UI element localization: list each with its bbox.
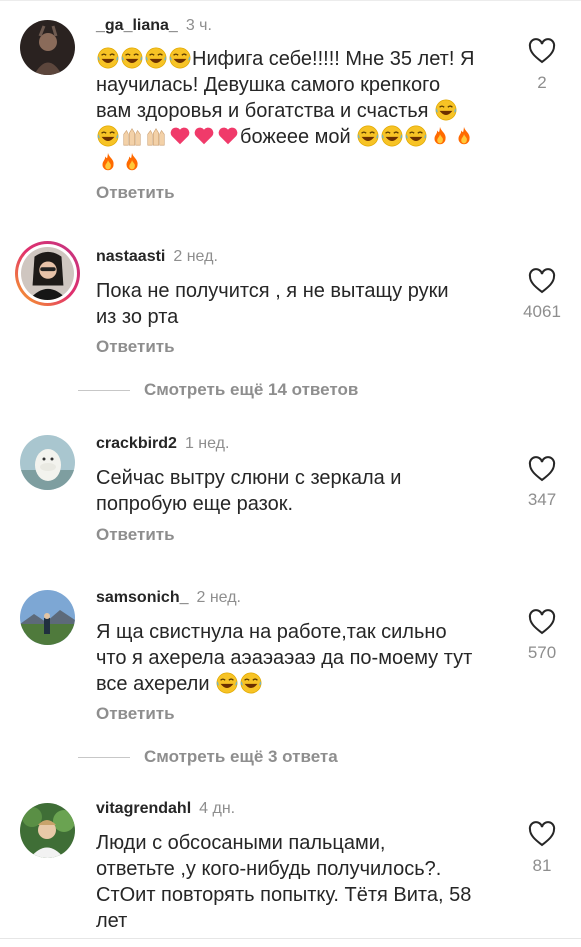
laugh-emoji-icon [240,672,262,694]
username[interactable]: samsonich_ [96,589,188,606]
reply-button[interactable]: Ответить [96,525,175,545]
bottom-divider [0,938,581,939]
fire-emoji-icon [453,125,475,147]
reply-button[interactable]: Ответить [96,704,175,724]
username[interactable]: _ga_liana_ [96,17,178,34]
timestamp: 1 нед. [184,435,230,452]
view-more-replies-label[interactable]: Смотреть ещё 14 ответов [144,380,358,400]
laugh-emoji-icon [97,47,119,69]
comment-text: Сейчас вытру слюни с зеркала и попробую … [96,467,402,515]
fire-emoji-icon [429,125,451,147]
avatar[interactable] [20,435,75,490]
reply-button[interactable]: Ответить [96,337,175,357]
laugh-emoji-icon [169,47,191,69]
avatar[interactable] [20,20,75,75]
username[interactable]: crackbird2 [96,435,177,452]
view-more-replies[interactable]: Смотреть ещё 3 ответа [78,746,338,768]
avatar[interactable] [20,590,75,645]
laugh-emoji-icon [405,125,427,147]
red-heart-icon [217,125,239,147]
avatar[interactable] [20,803,75,858]
comment-text: Я ща свистнула на работе,так сильно что … [96,621,473,695]
raised-hands-icon [145,125,167,147]
avatar-story-ring[interactable] [15,241,80,306]
view-more-replies-label[interactable]: Смотреть ещё 3 ответа [144,747,338,767]
fire-emoji-icon [97,151,119,173]
like-count: 2 [537,73,547,92]
like-heart-icon[interactable] [527,267,557,295]
like-count: 570 [527,643,557,662]
username[interactable]: nastaasti [96,248,165,265]
timestamp: 3 ч. [185,17,212,34]
timestamp: 2 нед. [173,248,218,265]
like-count: 347 [527,490,557,509]
laugh-emoji-icon [97,125,119,147]
laugh-emoji-icon [435,99,457,121]
like-heart-icon[interactable] [527,37,557,65]
like-heart-icon[interactable] [527,820,557,848]
divider-line [78,756,130,758]
like-count: 4061 [523,302,561,321]
laugh-emoji-icon [145,47,167,69]
red-heart-icon [193,125,215,147]
comment-text: Пока не получится , я не вытащу руки из … [96,280,449,328]
comment-text: Нифига себе!!!!! Мне 35 лет! Я научилась… [96,46,516,176]
view-more-replies[interactable]: Смотреть ещё 14 ответов [78,379,358,401]
laugh-emoji-icon [216,672,238,694]
raised-hands-icon [121,125,143,147]
like-heart-icon[interactable] [527,455,557,483]
laugh-emoji-icon [357,125,379,147]
timestamp: 2 нед. [196,589,241,606]
laugh-emoji-icon [381,125,403,147]
reply-button[interactable]: Ответить [96,183,175,203]
comment-text: Люди с обсосаными пальцами, ответьте ,у … [96,832,472,932]
like-count: 81 [532,856,552,875]
top-divider [0,0,581,10]
laugh-emoji-icon [121,47,143,69]
divider-line [78,389,130,391]
timestamp: 4 дн. [199,800,236,817]
red-heart-icon [169,125,191,147]
like-heart-icon[interactable] [527,608,557,636]
fire-emoji-icon [121,151,143,173]
username[interactable]: vitagrendahl [96,800,191,817]
